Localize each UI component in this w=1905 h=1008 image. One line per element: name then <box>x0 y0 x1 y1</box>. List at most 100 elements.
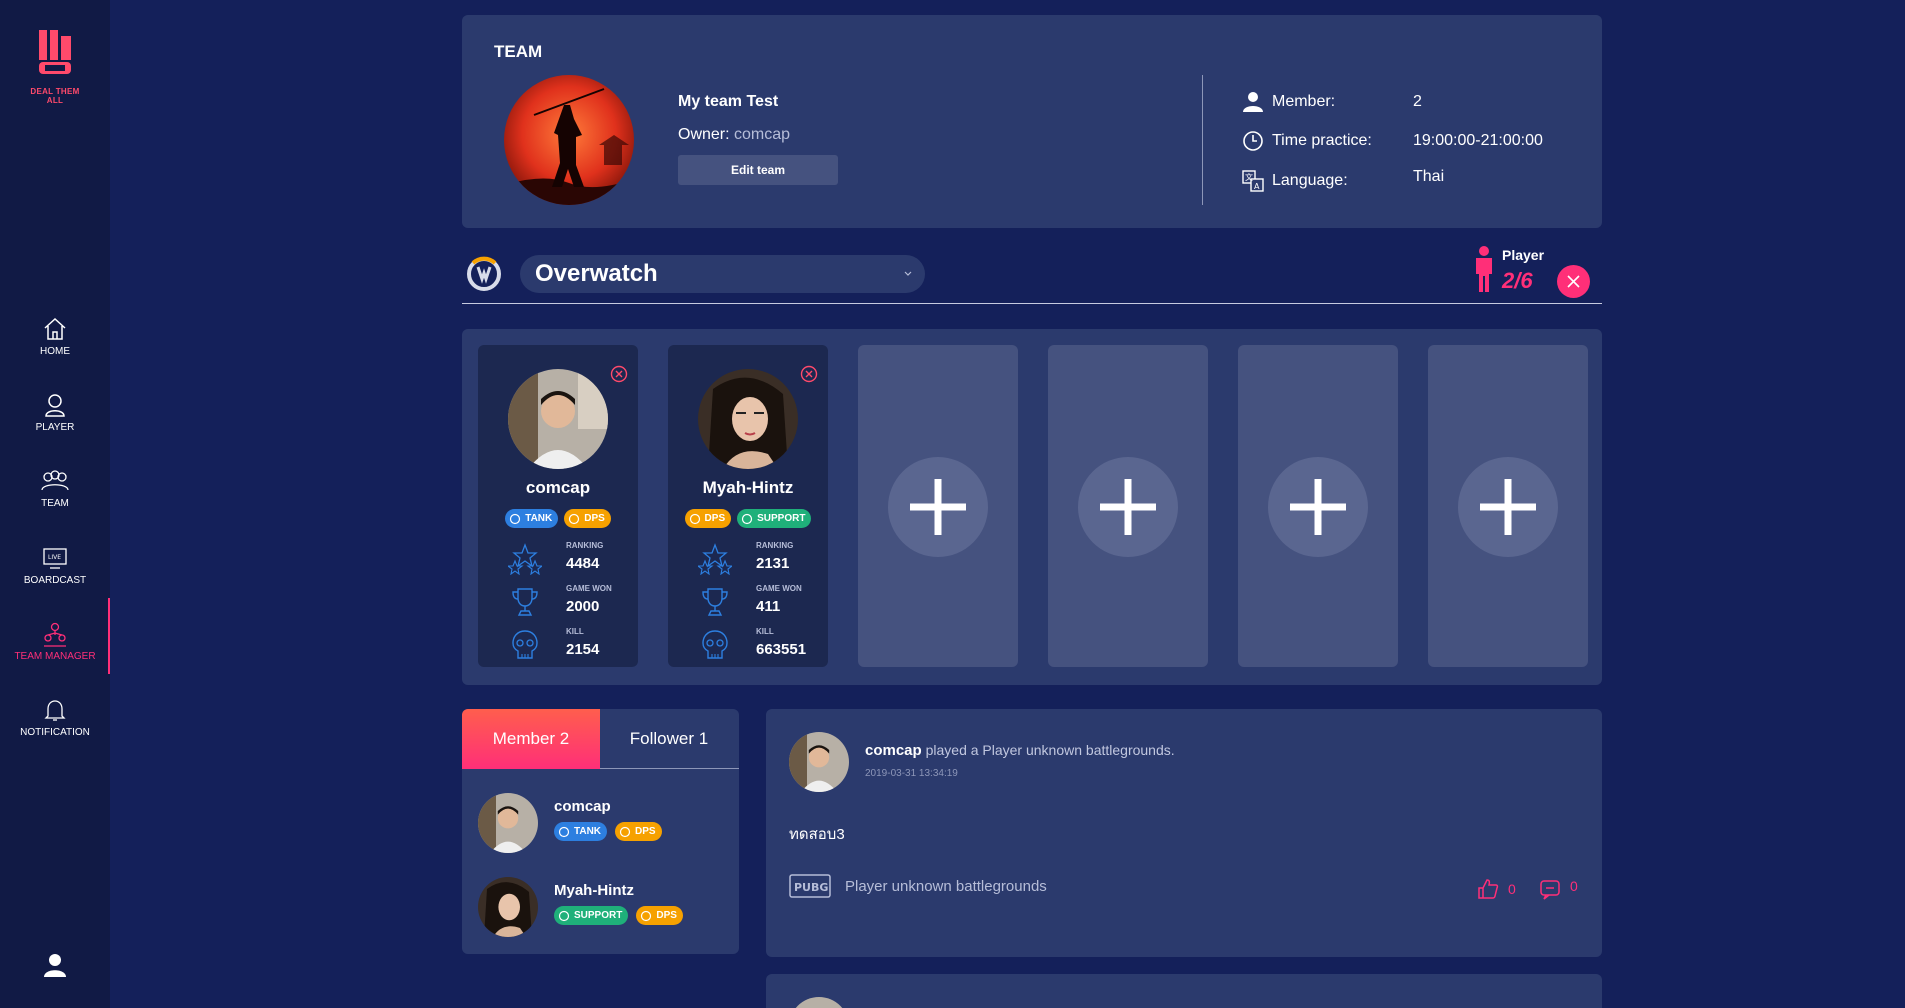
player-icon <box>45 394 65 417</box>
member-value: 2 <box>1413 93 1422 110</box>
stat-kill: KILL 2154 <box>508 625 628 665</box>
stat-kill: KILL 663551 <box>698 625 818 665</box>
members-panel: Member 2 Follower 1 comcap TANK DPS Myah… <box>462 709 739 954</box>
role-label: SUPPORT <box>757 513 806 524</box>
add-player-button[interactable] <box>888 457 988 557</box>
stat-label: RANKING <box>566 541 604 550</box>
player-card[interactable]: Myah-Hintz DPS SUPPORT RANKING 2131 GAME… <box>668 345 828 667</box>
divider <box>1202 75 1203 205</box>
overwatch-small-icon <box>558 826 570 837</box>
post-avatar[interactable] <box>789 997 849 1008</box>
role-label: DPS <box>635 826 656 837</box>
stat-game-won: GAME WON 411 <box>698 582 818 622</box>
list-item[interactable]: comcap TANK DPS <box>478 793 728 857</box>
player-figure-icon <box>1476 246 1492 292</box>
sidebar-item-label: HOME <box>40 346 70 357</box>
remove-player-icon[interactable] <box>610 365 628 383</box>
language-label: Language: <box>1272 172 1348 189</box>
overwatch-small-icon <box>742 513 753 524</box>
role-label: DPS <box>656 910 677 921</box>
player-count: Player 2/6 <box>1470 244 1550 294</box>
sidebar-item-notification[interactable]: NOTIFICATION <box>0 697 110 738</box>
overwatch-logo-icon <box>467 256 501 291</box>
empty-player-slot[interactable] <box>1428 345 1588 667</box>
tab-follower[interactable]: Follower 1 <box>600 709 738 769</box>
role-label: TANK <box>525 513 553 524</box>
close-button[interactable] <box>1557 265 1590 298</box>
role-badge-tank: TANK <box>505 509 559 528</box>
game-divider <box>462 303 1602 304</box>
svg-text:A: A <box>1254 182 1260 191</box>
thumbs-up-icon <box>1478 879 1499 899</box>
team-owner: Owner: comcap <box>678 126 790 144</box>
user-icon[interactable] <box>42 952 68 978</box>
skull-icon <box>702 630 728 659</box>
player-avatar <box>508 369 608 469</box>
sidebar-item-player[interactable]: PLAYER <box>0 392 110 433</box>
stat-ranking: RANKING 2131 <box>698 539 818 579</box>
brand-logo[interactable]: DEAL THEM ALL <box>22 30 88 105</box>
time-value: 19:00:00-21:00:00 <box>1413 132 1543 149</box>
role-badge-dps: DPS <box>636 906 683 925</box>
stars-icon <box>508 543 542 575</box>
member-count-row: Member: 2 <box>1242 90 1422 114</box>
stat-label: GAME WON <box>756 584 802 593</box>
team-info-card: TEAM My team Test Owner: comcap Edit tea… <box>462 15 1602 228</box>
overwatch-small-icon <box>558 910 570 921</box>
edit-team-button[interactable]: Edit team <box>678 155 838 185</box>
add-player-button[interactable] <box>1078 457 1178 557</box>
post-avatar[interactable] <box>789 732 849 792</box>
role-badge-tank: TANK <box>554 822 608 841</box>
game-select[interactable]: Overwatch <box>520 255 925 293</box>
overwatch-small-icon <box>619 826 631 837</box>
member-roles: SUPPORT DPS <box>554 906 683 925</box>
activity-post <box>766 974 1602 1008</box>
member-name: Myah-Hintz <box>554 882 634 899</box>
overwatch-small-icon <box>569 513 580 524</box>
stat-value: 411 <box>756 598 781 615</box>
broadcast-icon: LIVE <box>43 548 67 569</box>
player-roles: TANK DPS <box>478 509 638 528</box>
sidebar-item-home[interactable]: HOME <box>0 316 110 357</box>
post-game-name: Player unknown battlegrounds <box>845 877 1047 895</box>
overwatch-small-icon <box>510 513 521 524</box>
stat-label: RANKING <box>756 541 794 550</box>
empty-player-slot[interactable] <box>858 345 1018 667</box>
add-player-button[interactable] <box>1458 457 1558 557</box>
team-manager-icon <box>44 622 66 647</box>
role-label: DPS <box>704 513 726 524</box>
bell-icon <box>44 700 66 721</box>
svg-text:文: 文 <box>1245 172 1253 182</box>
member-avatar <box>478 793 538 853</box>
roster-panel: comcap TANK DPS RANKING 4484 GAME WON 20… <box>462 329 1602 685</box>
player-card[interactable]: comcap TANK DPS RANKING 4484 GAME WON 20… <box>478 345 638 667</box>
comment-icon <box>1540 880 1560 900</box>
add-player-button[interactable] <box>1268 457 1368 557</box>
sidebar-item-team[interactable]: TEAM <box>0 468 110 509</box>
comment-button[interactable]: 0 <box>1538 877 1578 901</box>
team-name: My team Test <box>678 93 779 110</box>
role-badge-support: SUPPORT <box>554 906 629 925</box>
activity-post: comcap played a Player unknown battlegro… <box>766 709 1602 957</box>
owner-value[interactable]: comcap <box>734 126 790 143</box>
like-count: 0 <box>1508 881 1516 897</box>
member-avatar <box>478 877 538 937</box>
post-action: played a Player unknown battlegrounds. <box>925 742 1175 758</box>
svg-text:LIVE: LIVE <box>48 554 61 561</box>
sidebar-item-broadcast[interactable]: LIVE BOARDCAST <box>0 545 110 586</box>
empty-player-slot[interactable] <box>1048 345 1208 667</box>
sidebar: DEAL THEM ALL HOME PLAYER TEAM LIVE BOAR… <box>0 0 110 1008</box>
team-icon <box>41 470 69 491</box>
like-button[interactable]: 0 <box>1476 877 1516 901</box>
trophy-icon <box>702 588 728 616</box>
player-name: Myah-Hintz <box>702 478 794 497</box>
role-badge-dps: DPS <box>615 822 662 841</box>
empty-player-slot[interactable] <box>1238 345 1398 667</box>
remove-player-icon[interactable] <box>800 365 818 383</box>
post-username[interactable]: comcap <box>865 742 922 759</box>
list-item[interactable]: Myah-Hintz SUPPORT DPS <box>478 877 728 941</box>
tab-member[interactable]: Member 2 <box>462 709 600 769</box>
sidebar-item-team-manager[interactable]: TEAM MANAGER <box>0 621 110 662</box>
team-heading: TEAM <box>494 42 543 61</box>
role-badge-dps: DPS <box>564 509 611 528</box>
